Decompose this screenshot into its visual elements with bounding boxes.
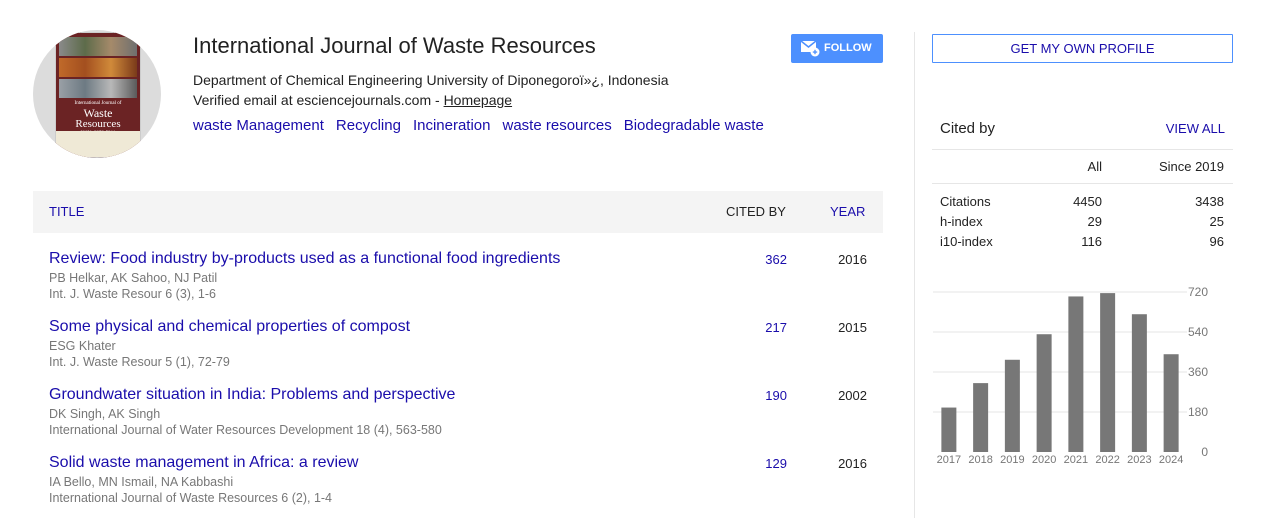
interest-link[interactable]: Recycling	[336, 117, 401, 134]
x-tick-label: 2023	[1127, 454, 1151, 466]
article-venue: Int. J. Waste Resour 6 (3), 1-6	[49, 287, 216, 301]
table-row: Solid waste management in Africa: a revi…	[33, 454, 883, 520]
chart-bar-2017[interactable]	[941, 407, 957, 452]
article-year: 2016	[838, 252, 867, 267]
column-divider	[914, 32, 915, 518]
x-tick-label: 2019	[1000, 454, 1024, 466]
article-title-link[interactable]: Some physical and chemical properties of…	[49, 318, 410, 336]
cited-by-count-link[interactable]: 129	[765, 456, 787, 471]
stat-since-value: 96	[1209, 234, 1224, 249]
table-row: Review: Food industry by-products used a…	[33, 250, 883, 316]
profile-name: International Journal of Waste Resources	[193, 33, 596, 58]
research-interests: waste Management Recycling Incineration was…	[193, 117, 776, 134]
chart-bar-2018[interactable]	[973, 383, 989, 452]
article-year: 2015	[838, 320, 867, 335]
col-header-since: Since 2019	[1158, 159, 1224, 174]
stat-label: i10-index	[940, 234, 993, 249]
article-venue: International Journal of Water Resources…	[49, 423, 442, 437]
follow-label: FOLLOW	[824, 42, 872, 54]
interest-link[interactable]: waste resources	[503, 117, 612, 134]
article-venue: Int. J. Waste Resour 5 (1), 72-79	[49, 355, 230, 369]
chart-bar-2023[interactable]	[1131, 314, 1147, 452]
interest-link[interactable]: Biodegradable waste	[624, 117, 764, 134]
cited-by-header: CITED BY	[726, 204, 786, 219]
chart-bar-2020[interactable]	[1036, 334, 1052, 452]
article-venue: International Journal of Waste Resources…	[49, 491, 333, 505]
follow-button[interactable]: FOLLOW	[791, 34, 883, 63]
divider	[932, 183, 1233, 184]
stat-all-value: 116	[1081, 234, 1102, 249]
journal-cover-image: International Journal of Waste Resources…	[55, 32, 141, 158]
table-row: Groundwater situation in India: Problems…	[33, 386, 883, 452]
col-header-all: All	[1087, 159, 1102, 174]
cited-by-count-link[interactable]: 362	[765, 252, 787, 267]
divider	[932, 149, 1233, 150]
mail-plus-icon	[800, 40, 820, 57]
y-tick-label: 720	[1188, 285, 1208, 299]
article-title-link[interactable]: Solid waste management in Africa: a revi…	[49, 454, 358, 472]
get-my-own-profile-button[interactable]: GET MY OWN PROFILE	[932, 34, 1233, 63]
article-title-link[interactable]: Review: Food industry by-products used a…	[49, 250, 560, 268]
cited-by-count-link[interactable]: 190	[765, 388, 787, 403]
interest-link[interactable]: Incineration	[413, 117, 491, 134]
table-header: TITLE CITED BY YEAR	[33, 191, 883, 233]
y-tick-label: 180	[1188, 405, 1208, 419]
view-all-link[interactable]: VIEW ALL	[1150, 121, 1225, 136]
article-year: 2002	[838, 388, 867, 403]
cited-by-title: Cited by	[940, 120, 996, 137]
x-tick-label: 2020	[1032, 454, 1056, 466]
profile-affiliation: Department of Chemical Engineering Unive…	[193, 72, 669, 88]
stat-label: Citations	[940, 194, 991, 209]
homepage-link[interactable]: Homepage	[444, 92, 513, 108]
stat-since-value: 3438	[1195, 194, 1224, 209]
table-row: Some physical and chemical properties of…	[33, 318, 883, 384]
chart-bar-2022[interactable]	[1100, 293, 1116, 452]
stat-all-value: 29	[1087, 214, 1102, 229]
stat-label: h-index	[940, 214, 983, 229]
x-tick-label: 2017	[937, 454, 961, 466]
article-year: 2016	[838, 456, 867, 471]
cover-word-resources: Resources	[75, 118, 121, 130]
y-tick-label: 360	[1188, 365, 1208, 379]
chart-bar-2019[interactable]	[1004, 359, 1020, 452]
cover-publisher-strip	[56, 131, 140, 157]
article-title-link[interactable]: Groundwater situation in India: Problems…	[49, 386, 455, 404]
sort-by-year[interactable]: YEAR	[830, 204, 865, 219]
chart-bar-2021[interactable]	[1068, 296, 1084, 452]
x-tick-label: 2024	[1159, 454, 1183, 466]
article-authors: IA Bello, MN Ismail, NA Kabbashi	[49, 475, 234, 489]
avatar: International Journal of Waste Resources…	[33, 30, 161, 158]
article-authors: DK Singh, AK Singh	[49, 407, 161, 421]
cited-by-count-link[interactable]: 217	[765, 320, 787, 335]
y-tick-label: 0	[1201, 445, 1208, 459]
x-tick-label: 2021	[1064, 454, 1088, 466]
citations-per-year-chart: 0 180 360 540 720 2017 2018 2019 2020 2021 2022 202…	[933, 285, 1208, 466]
verified-email-line: Verified email at esciencejournals.com -…	[193, 92, 512, 108]
chart-bar-2024[interactable]	[1163, 354, 1179, 452]
y-tick-label: 540	[1188, 325, 1208, 339]
x-tick-label: 2018	[968, 454, 992, 466]
stat-since-value: 25	[1209, 214, 1224, 229]
x-tick-label: 2022	[1095, 454, 1119, 466]
article-authors: ESG Khater	[49, 339, 116, 353]
article-authors: PB Helkar, AK Sahoo, NJ Patil	[49, 271, 218, 285]
verified-email-text: Verified email at esciencejournals.com -	[193, 92, 444, 108]
stat-all-value: 4450	[1073, 194, 1102, 209]
interest-link[interactable]: waste Management	[193, 117, 324, 134]
sort-by-title[interactable]: TITLE	[49, 204, 84, 219]
